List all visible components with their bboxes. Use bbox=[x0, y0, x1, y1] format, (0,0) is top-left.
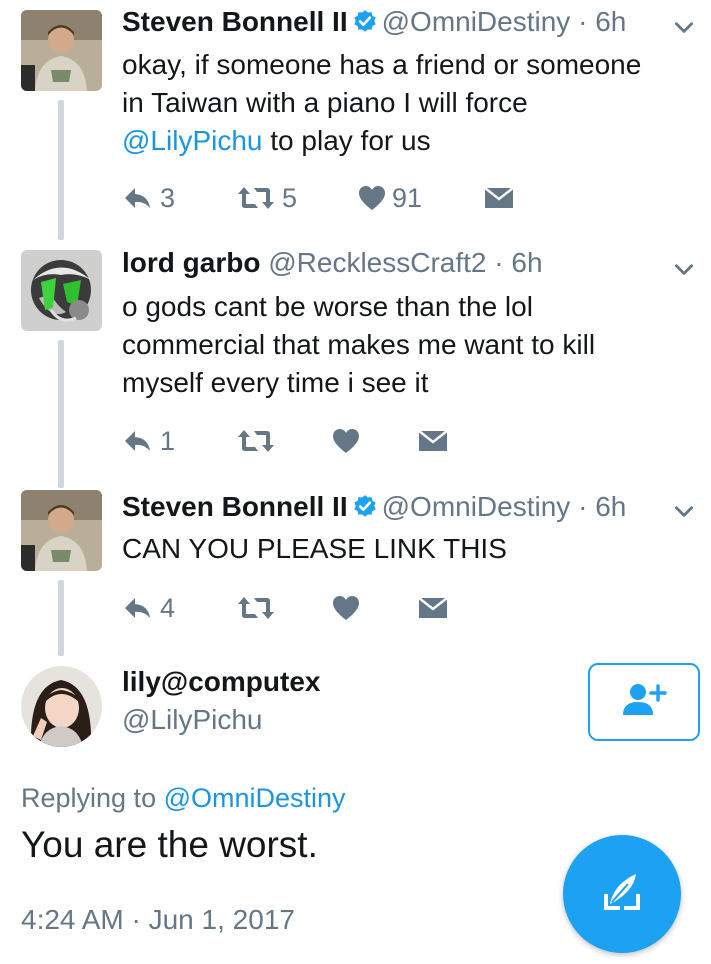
quill-compose-icon bbox=[600, 870, 644, 919]
tweet-actions: 3 5 91 bbox=[122, 180, 542, 216]
envelope-icon bbox=[418, 429, 448, 453]
dm-button[interactable] bbox=[484, 180, 514, 216]
reply-count: 3 bbox=[160, 182, 176, 213]
tweet-2[interactable]: lord garbo @RecklessCraft2 · 6h o gods c… bbox=[0, 240, 711, 488]
reply-icon bbox=[122, 185, 154, 211]
reply-button[interactable]: 3 bbox=[122, 180, 175, 216]
tweet-time[interactable]: 6h bbox=[511, 247, 542, 278]
heart-icon bbox=[332, 428, 360, 454]
focus-tweet-text: You are the worst. bbox=[21, 824, 318, 865]
tweet-text: o gods cant be worse than the lol commer… bbox=[122, 288, 682, 402]
tweet-header: lord garbo @RecklessCraft2 · 6h bbox=[122, 245, 543, 281]
tweet-text-line: myself every time i see it bbox=[122, 367, 429, 398]
envelope-icon bbox=[484, 186, 514, 210]
author-handle[interactable]: @OmniDestiny bbox=[382, 491, 571, 522]
like-button[interactable] bbox=[332, 423, 360, 459]
retweet-button[interactable] bbox=[236, 590, 276, 626]
add-user-icon bbox=[621, 681, 667, 724]
reply-count: 1 bbox=[160, 425, 176, 456]
author-handle[interactable]: @OmniDestiny bbox=[382, 6, 571, 37]
replying-prefix: Replying to bbox=[21, 783, 164, 813]
avatar-lily[interactable] bbox=[21, 666, 102, 747]
tweet-actions: 1 bbox=[122, 423, 542, 459]
replying-handle-link[interactable]: @OmniDestiny bbox=[164, 783, 346, 813]
tweet-1[interactable]: Steven Bonnell II @OmniDestiny · 6h okay,… bbox=[0, 0, 711, 240]
avatar-lily-image bbox=[21, 666, 102, 747]
tweet-text-line: commercial that makes me want to kill bbox=[122, 329, 596, 360]
chevron-down-icon[interactable] bbox=[671, 14, 697, 40]
focus-author-handle[interactable]: @LilyPichu bbox=[122, 702, 262, 738]
avatar-steven-image bbox=[21, 490, 102, 571]
thread-line bbox=[58, 340, 64, 488]
retweet-button[interactable]: 5 bbox=[236, 180, 297, 216]
chevron-down-icon[interactable] bbox=[671, 256, 697, 282]
heart-icon bbox=[358, 185, 386, 211]
avatar-steven-image bbox=[21, 10, 102, 91]
tweet-text-line: in Taiwan with a piano I will force bbox=[122, 87, 528, 118]
tweet-3[interactable]: Steven Bonnell II @OmniDestiny · 6h CAN Y… bbox=[0, 488, 711, 658]
tweet-text: okay, if someone has a friend or someone… bbox=[122, 46, 682, 160]
focus-timestamp[interactable]: 4:24 AM · Jun 1, 2017 bbox=[21, 902, 295, 938]
avatar-steven[interactable] bbox=[21, 490, 102, 571]
tweet-time[interactable]: 6h bbox=[595, 6, 626, 37]
author-handle[interactable]: @RecklessCraft2 bbox=[268, 247, 486, 278]
replying-to: Replying to @OmniDestiny bbox=[21, 780, 346, 816]
reply-icon bbox=[122, 595, 154, 621]
like-button[interactable]: 91 bbox=[358, 180, 422, 216]
separator-dot: · bbox=[578, 6, 588, 37]
separator-dot: · bbox=[578, 491, 588, 522]
author-name[interactable]: lord garbo bbox=[122, 247, 260, 278]
dm-button[interactable] bbox=[418, 590, 448, 626]
compose-tweet-button[interactable] bbox=[563, 835, 681, 953]
avatar-garbo-image bbox=[21, 250, 102, 331]
mention-link[interactable]: @LilyPichu bbox=[122, 125, 262, 156]
tweet-time[interactable]: 6h bbox=[595, 491, 626, 522]
reply-count: 4 bbox=[160, 592, 176, 623]
reply-icon bbox=[122, 428, 154, 454]
retweet-count: 5 bbox=[282, 182, 298, 213]
verified-badge-icon bbox=[352, 8, 378, 34]
verified-badge-icon bbox=[352, 493, 378, 519]
retweet-icon bbox=[236, 428, 276, 454]
like-count: 91 bbox=[392, 182, 423, 213]
reply-button[interactable]: 4 bbox=[122, 590, 175, 626]
avatar-steven[interactable] bbox=[21, 10, 102, 91]
author-name[interactable]: Steven Bonnell II bbox=[122, 6, 348, 37]
thread-line bbox=[58, 580, 64, 656]
tweet-header: Steven Bonnell II @OmniDestiny · 6h bbox=[122, 489, 626, 525]
avatar-garbo[interactable] bbox=[21, 250, 102, 331]
tweet-text-line: @LilyPichu to play for us bbox=[122, 122, 682, 160]
tweet-header: Steven Bonnell II @OmniDestiny · 6h bbox=[122, 4, 626, 40]
heart-icon bbox=[332, 595, 360, 621]
tweet-text-line: o gods cant be worse than the lol bbox=[122, 291, 533, 322]
tweet-text: CAN YOU PLEASE LINK THIS bbox=[122, 530, 682, 568]
tweet-text-tail: to play for us bbox=[262, 125, 431, 156]
separator-dot: · bbox=[494, 247, 504, 278]
tweet-text-line: okay, if someone has a friend or someone bbox=[122, 49, 642, 80]
focus-author-name[interactable]: lily@computex bbox=[122, 664, 320, 700]
envelope-icon bbox=[418, 596, 448, 620]
retweet-icon bbox=[236, 185, 276, 211]
reply-button[interactable]: 1 bbox=[122, 423, 175, 459]
tweet-actions: 4 bbox=[122, 590, 542, 626]
like-button[interactable] bbox=[332, 590, 360, 626]
author-name[interactable]: Steven Bonnell II bbox=[122, 491, 348, 522]
thread-line bbox=[58, 100, 64, 240]
dm-button[interactable] bbox=[418, 423, 448, 459]
retweet-icon bbox=[236, 595, 276, 621]
retweet-button[interactable] bbox=[236, 423, 276, 459]
chevron-down-icon[interactable] bbox=[671, 498, 697, 524]
follow-button[interactable] bbox=[588, 663, 700, 741]
tweet-text-line: CAN YOU PLEASE LINK THIS bbox=[122, 533, 507, 564]
